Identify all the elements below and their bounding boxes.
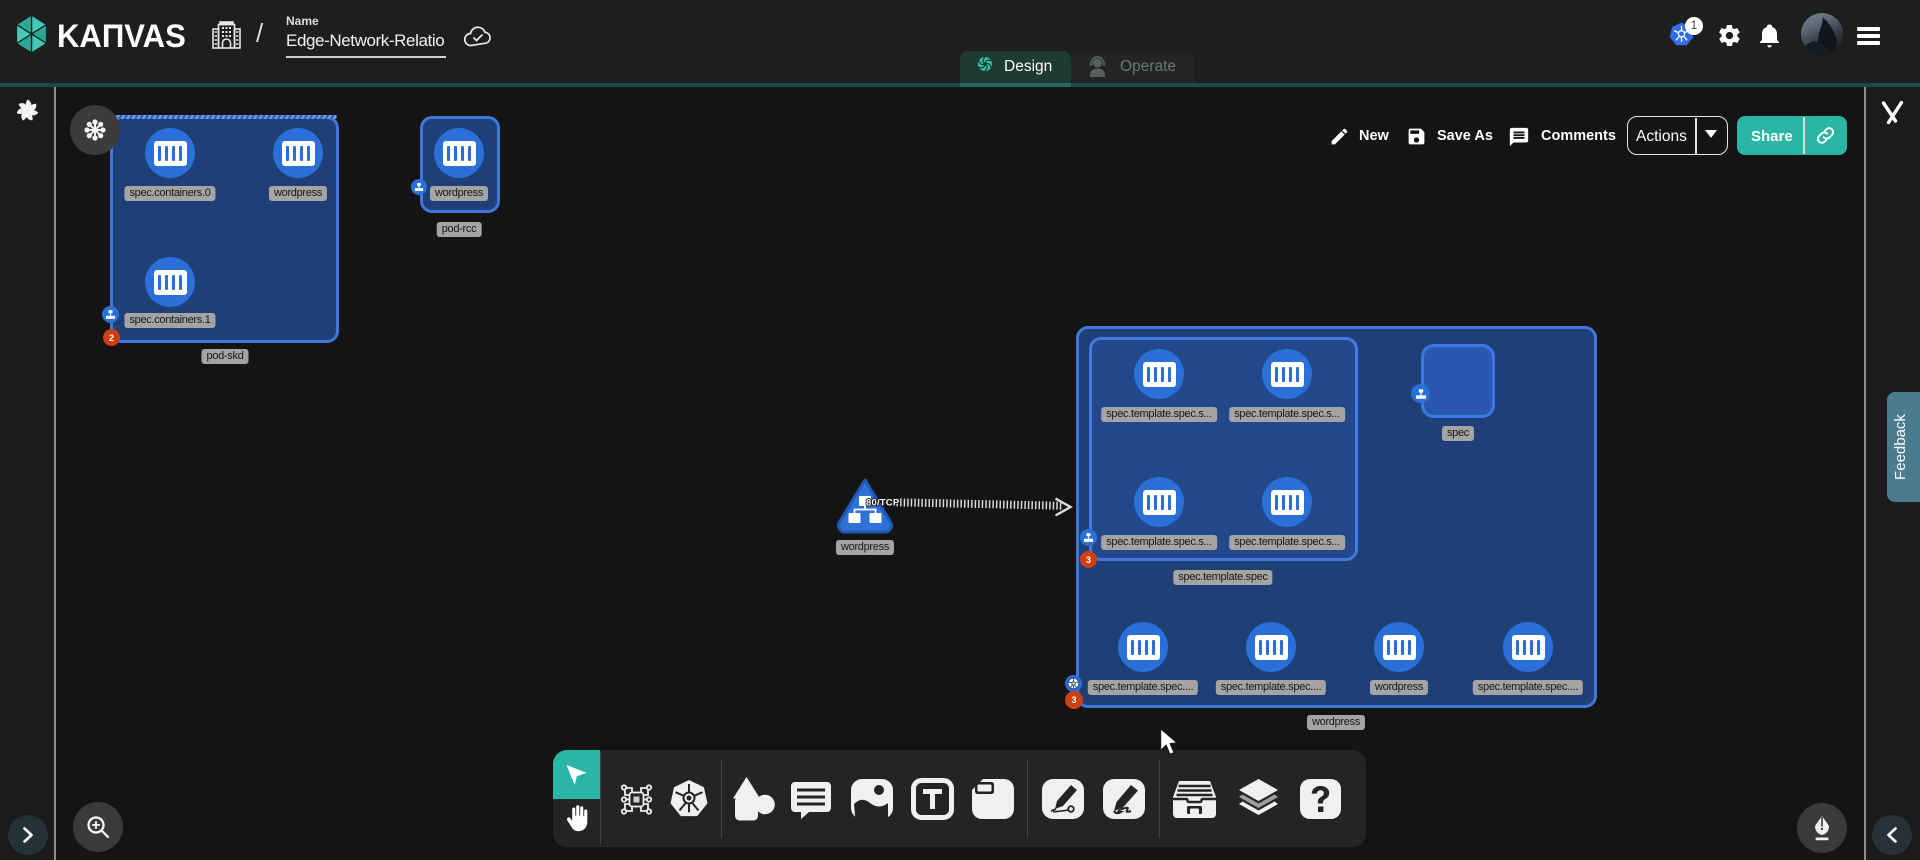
svg-text:80/TCP: 80/TCP	[866, 498, 900, 509]
